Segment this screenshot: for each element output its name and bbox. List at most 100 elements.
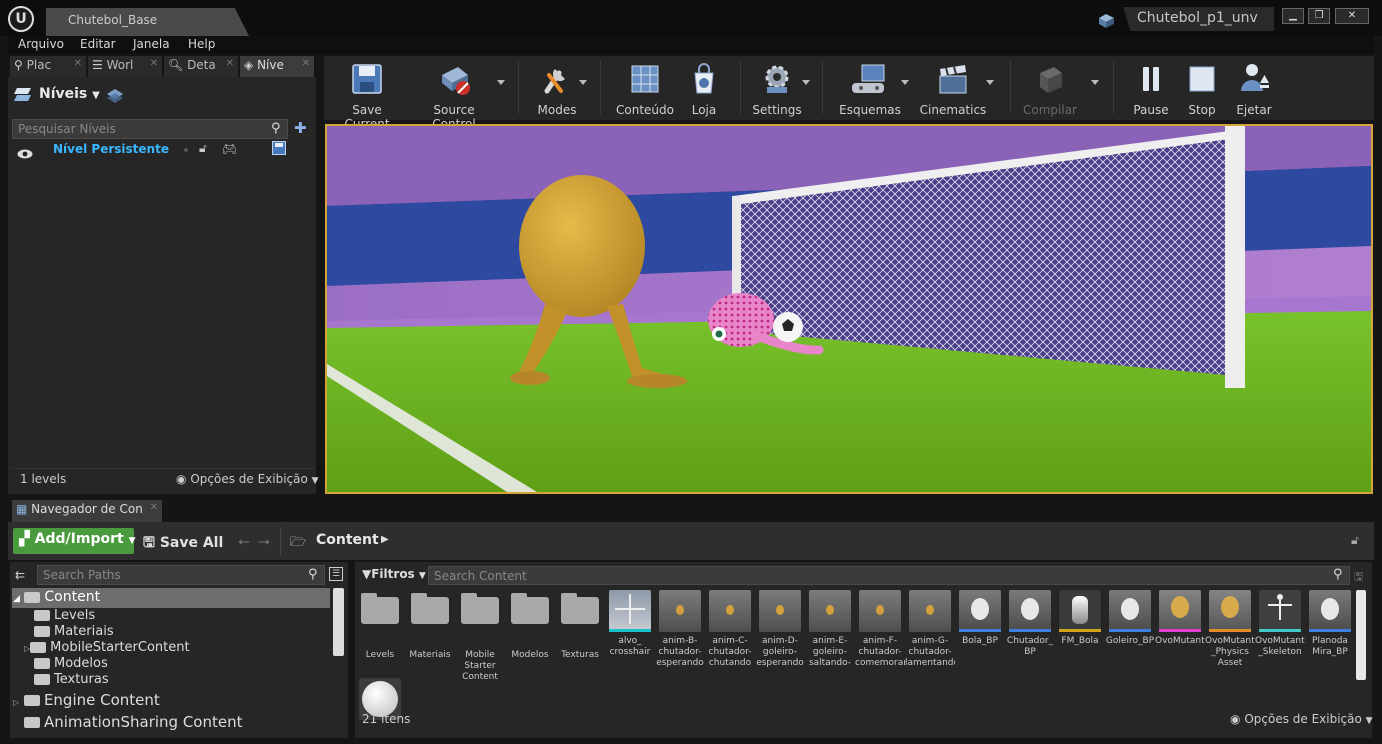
- build-dropdown[interactable]: [1091, 80, 1099, 85]
- modes-button[interactable]: Modes: [530, 58, 584, 117]
- tab-place-actors[interactable]: ⚲ Plac ✕: [10, 56, 86, 77]
- tree-item-levels-label: Levels: [54, 608, 96, 623]
- close-icon[interactable]: ✕: [150, 58, 158, 69]
- levels-title[interactable]: Níveis ▼: [39, 86, 100, 102]
- levels-search-input[interactable]: Pesquisar Níveis: [12, 119, 288, 139]
- level-details-icon[interactable]: [106, 88, 124, 104]
- add-level-icon[interactable]: ✚: [294, 119, 307, 137]
- folder-icon: [361, 593, 399, 624]
- cinematics-dropdown[interactable]: [986, 80, 994, 85]
- tree-item-modelos[interactable]: Modelos: [34, 656, 108, 671]
- asset-label: Modelos: [511, 650, 549, 660]
- add-import-button[interactable]: ▞ Add/Import ▼: [13, 528, 135, 554]
- tab-place-actors-label: Plac: [26, 58, 52, 72]
- save-search-icon[interactable]: 🖫︎: [1354, 568, 1363, 587]
- asset-label: anim-F-chutador-comemorando: [855, 636, 905, 668]
- eject-button[interactable]: Ejetar: [1230, 58, 1278, 117]
- content-button[interactable]: Conteúdo: [614, 58, 676, 117]
- tree-item-texturas[interactable]: Texturas: [34, 672, 109, 687]
- pause-button[interactable]: Pause: [1128, 58, 1174, 117]
- lock-icon[interactable]: 🔓︎: [1351, 533, 1359, 548]
- blueprints-dropdown[interactable]: [901, 80, 909, 85]
- animation-thumbnail: [709, 590, 751, 632]
- tab-world-outliner[interactable]: ☰ Worl ✕: [88, 56, 162, 77]
- settings-label: Settings: [752, 103, 802, 117]
- modes-dropdown[interactable]: [579, 80, 587, 85]
- tab-details[interactable]: 🔍︎ Deta ✕: [164, 56, 238, 77]
- asset-type-bar: [1059, 629, 1101, 632]
- lock-icon[interactable]: 🔓︎: [199, 141, 207, 156]
- chevron-down-icon: ▼: [92, 90, 100, 101]
- level-item-persistent[interactable]: Nível Persistente: [53, 142, 169, 156]
- tree-item-content-label: Content: [44, 589, 101, 605]
- marketplace-button[interactable]: Loja: [680, 58, 728, 117]
- close-icon[interactable]: ✕: [226, 58, 234, 69]
- maximize-button[interactable]: ❐: [1308, 8, 1330, 24]
- document-tab-label: Chutebol_Base: [68, 13, 158, 27]
- blueprints-button[interactable]: Esquemas: [836, 58, 904, 117]
- settings-button[interactable]: Settings: [750, 58, 804, 117]
- stop-button[interactable]: Stop: [1180, 58, 1224, 117]
- save-all-label: Save All: [159, 535, 224, 551]
- search-paths-input[interactable]: Search Paths: [37, 565, 325, 585]
- asset-view-options-button[interactable]: ◉ Opções de Exibição ▼: [1230, 712, 1373, 726]
- save-current-button[interactable]: Save Current: [330, 58, 404, 131]
- tree-item-mobilestarter[interactable]: ▷ MobileStarterContent: [24, 640, 190, 655]
- search-icon: ⚲: [308, 567, 318, 582]
- level-viewport[interactable]: [325, 124, 1373, 494]
- modes-icon: [539, 61, 575, 97]
- settings-dropdown[interactable]: [802, 80, 810, 85]
- asset-label: anim-C-chutador-chutando: [708, 636, 752, 668]
- asset-type-bar: [609, 629, 651, 632]
- cinematics-button[interactable]: Cinematics: [918, 58, 988, 117]
- tree-item-levels[interactable]: Levels: [34, 608, 95, 623]
- close-icon[interactable]: ✕: [74, 58, 82, 69]
- eye-icon: ◉: [1230, 712, 1241, 726]
- add-icon: ▞: [19, 531, 30, 547]
- tree-item-materiais[interactable]: Materiais: [34, 624, 114, 639]
- menu-editar[interactable]: Editar: [80, 37, 116, 51]
- tab-content-browser[interactable]: ▦ Navegador de Con ✕: [12, 500, 162, 522]
- asset-label: alvo_ crosshair: [609, 636, 651, 657]
- eye-icon[interactable]: [17, 144, 33, 159]
- close-icon[interactable]: ✕: [150, 502, 158, 513]
- folder-icon: [24, 717, 40, 728]
- save-icon: [349, 61, 385, 97]
- folder-icon: [34, 626, 50, 637]
- path-breadcrumb[interactable]: Content: [316, 532, 379, 548]
- asset-count: 21 itens: [362, 712, 411, 726]
- chevron-right-icon[interactable]: ▶: [381, 534, 389, 545]
- build-button[interactable]: Compilar: [1020, 58, 1080, 117]
- source-control-dropdown[interactable]: [497, 80, 505, 85]
- minimize-button[interactable]: ▁: [1282, 8, 1304, 24]
- tab-levels[interactable]: ◈ Níve ✕: [240, 56, 314, 77]
- levels-view-options-button[interactable]: ◉ Opções de Exibição ▼: [176, 472, 319, 486]
- tree-scrollbar[interactable]: [333, 588, 344, 656]
- collapse-sources-icon[interactable]: ⇇: [15, 568, 25, 582]
- gamepad-icon[interactable]: 🎮︎: [222, 142, 237, 156]
- source-control-button[interactable]: Source Control: [410, 58, 498, 131]
- menu-arquivo[interactable]: Arquivo: [18, 37, 64, 51]
- back-arrow-icon[interactable]: ⭠: [238, 532, 250, 550]
- tree-item-engine-content[interactable]: ▷ Engine Content: [13, 691, 160, 709]
- tree-item-content[interactable]: ◢ Content: [13, 589, 100, 605]
- menu-janela[interactable]: Janela: [133, 37, 170, 51]
- tree-item-modelos-label: Modelos: [54, 656, 108, 671]
- filters-button[interactable]: ▼Filtros ▼: [362, 567, 426, 581]
- toolbar-divider: [600, 60, 601, 114]
- forward-arrow-icon[interactable]: ⭢: [258, 532, 270, 550]
- tree-item-animationsharing[interactable]: AnimationSharing Content: [24, 713, 242, 731]
- menu-help[interactable]: Help: [188, 37, 215, 51]
- close-icon[interactable]: ✕: [302, 58, 310, 69]
- save-level-icon[interactable]: [272, 141, 286, 155]
- level-color-dot: [184, 148, 188, 152]
- search-content-input[interactable]: Search Content: [428, 566, 1350, 585]
- asset-scrollbar[interactable]: [1356, 590, 1366, 680]
- document-tab[interactable]: Chutebol_Base: [46, 8, 249, 36]
- asset-type-bar: [959, 629, 1001, 632]
- close-button[interactable]: ✕: [1335, 8, 1369, 24]
- list-view-icon[interactable]: ☰: [329, 567, 343, 581]
- asset-label: Mobile Starter Content: [462, 650, 498, 682]
- toolbar-divider: [822, 60, 823, 114]
- save-all-button[interactable]: 🖫︎ Save All: [143, 532, 223, 556]
